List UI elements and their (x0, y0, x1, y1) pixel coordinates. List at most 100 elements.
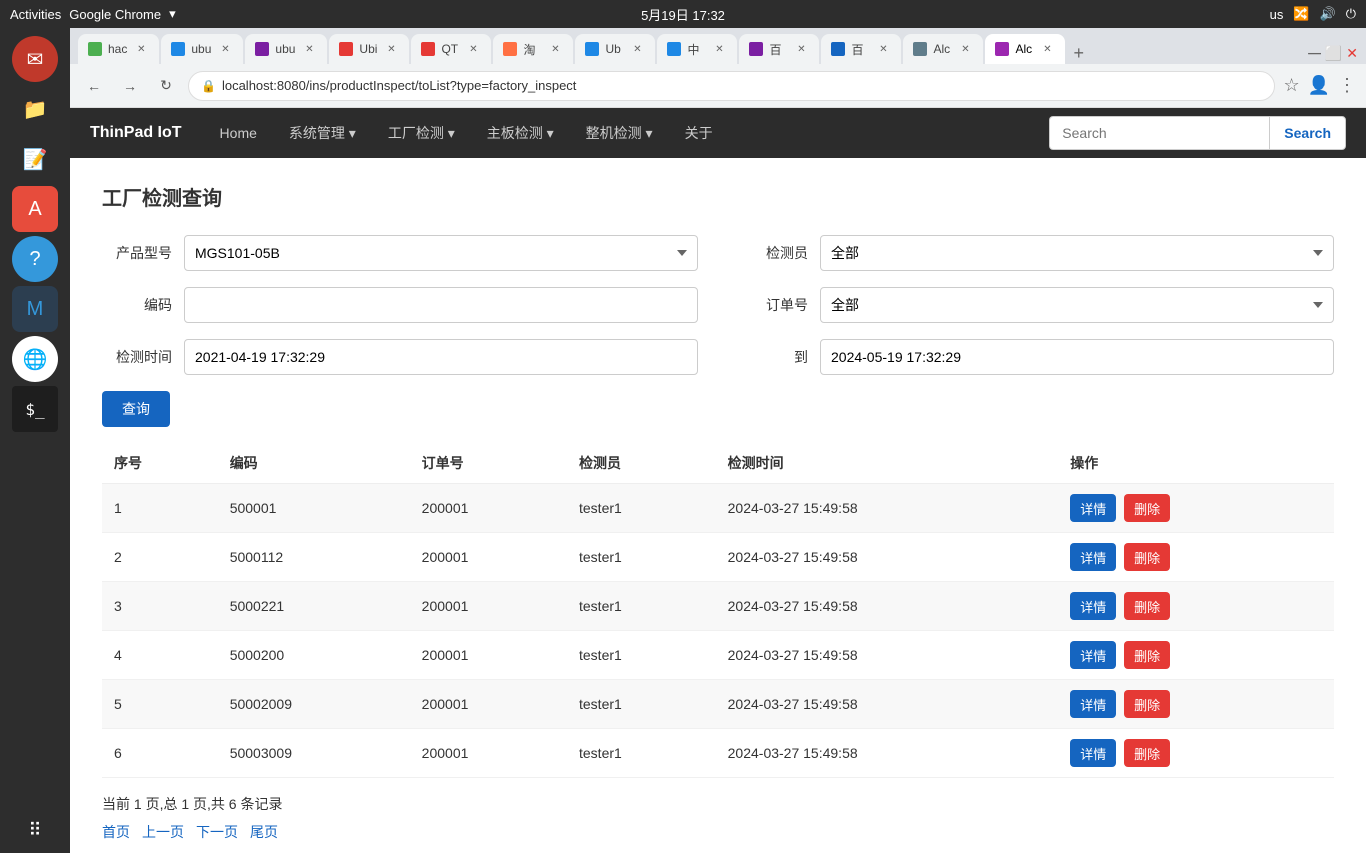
form-row-code: 编码 (102, 287, 698, 323)
cell-time: 2024-03-27 15:49:58 (716, 631, 1059, 680)
inspector-select[interactable]: 全部 (820, 235, 1334, 271)
sidebar-icon-writer[interactable]: 📝 (12, 136, 58, 182)
pagination-next[interactable]: 下一页 (196, 822, 238, 842)
nav-item-home[interactable]: Home (216, 125, 261, 141)
sidebar-icon-mail[interactable]: ✉ (12, 36, 58, 82)
tab-close-alc1[interactable]: ✕ (957, 41, 973, 57)
network-icon: 🔀 (1293, 6, 1309, 22)
cell-code: 50002009 (218, 680, 410, 729)
sidebar-icon-terminal[interactable]: $_ (12, 386, 58, 432)
sidebar-icon-chrome[interactable]: 🌐 (12, 336, 58, 382)
nav-item-factory[interactable]: 工厂检测 ▾ (384, 123, 459, 143)
sidebar-icon-files[interactable]: 📁 (12, 86, 58, 132)
delete-button-2[interactable]: 删除 (1124, 543, 1170, 571)
nav-item-about[interactable]: 关于 (681, 123, 717, 143)
cell-inspector: tester1 (567, 680, 716, 729)
tab-close-bai2[interactable]: ✕ (875, 41, 891, 57)
pagination-prev[interactable]: 上一页 (142, 822, 184, 842)
tab-ub3[interactable]: Ub ✕ (575, 34, 655, 64)
sidebar-icon-help[interactable]: ? (12, 236, 58, 282)
app-name[interactable]: Google Chrome (69, 7, 161, 22)
tab-ubu1[interactable]: ubu ✕ (161, 34, 243, 64)
sidebar-icon-apps[interactable]: ⠿ (12, 807, 58, 853)
tab-ubu2[interactable]: ubu ✕ (245, 34, 327, 64)
detail-button-3[interactable]: 详情 (1070, 592, 1116, 620)
tab-zh[interactable]: 中 ✕ (657, 34, 737, 64)
activities-label[interactable]: Activities (10, 7, 61, 22)
main-body: 工厂检测查询 产品型号 MGS101-05B 检测员 全部 (70, 158, 1366, 853)
time-from-input[interactable] (184, 339, 698, 375)
delete-button-1[interactable]: 删除 (1124, 494, 1170, 522)
tab-close-ubu1[interactable]: ✕ (217, 41, 233, 57)
new-tab-button[interactable]: + (1067, 43, 1090, 64)
tab-bai1[interactable]: 百 ✕ (739, 34, 819, 64)
tab-bar: hac ✕ ubu ✕ ubu ✕ Ubi ✕ QT ✕ 淘 ✕ (70, 28, 1366, 64)
tab-close-zh[interactable]: ✕ (711, 41, 727, 57)
form-row-order: 订单号 全部 (738, 287, 1334, 323)
nav-search-input[interactable] (1049, 116, 1269, 150)
tab-close-tao[interactable]: ✕ (547, 41, 563, 57)
query-button[interactable]: 查询 (102, 391, 170, 427)
nav-item-system[interactable]: 系统管理 ▾ (285, 123, 360, 143)
tab-close-ubu2[interactable]: ✕ (301, 41, 317, 57)
tab-qt[interactable]: QT ✕ (411, 34, 491, 64)
dropdown-icon[interactable]: ▾ (169, 6, 176, 22)
bookmark-icon[interactable]: ☆ (1283, 75, 1299, 96)
order-select[interactable]: 全部 (820, 287, 1334, 323)
close-browser-button[interactable]: ✕ (1346, 45, 1358, 62)
order-label: 订单号 (738, 295, 808, 315)
tab-close-bai1[interactable]: ✕ (793, 41, 809, 57)
delete-button-6[interactable]: 删除 (1124, 739, 1170, 767)
tab-hac[interactable]: hac ✕ (78, 34, 159, 64)
pagination-first[interactable]: 首页 (102, 822, 130, 842)
table-row: 2 5000112 200001 tester1 2024-03-27 15:4… (102, 533, 1334, 582)
cell-time: 2024-03-27 15:49:58 (716, 582, 1059, 631)
refresh-button[interactable]: ↻ (152, 72, 180, 100)
tab-alc2[interactable]: Alc ✕ (985, 34, 1065, 64)
address-bar: ← → ↻ 🔒 localhost:8080/ins/productInspec… (70, 64, 1366, 108)
nav-item-board[interactable]: 主板检测 ▾ (483, 123, 558, 143)
detail-button-2[interactable]: 详情 (1070, 543, 1116, 571)
minimize-button[interactable]: ─ (1308, 43, 1321, 64)
back-button[interactable]: ← (80, 72, 108, 100)
tab-alc1[interactable]: Alc ✕ (903, 34, 983, 64)
pagination-last[interactable]: 尾页 (250, 822, 278, 842)
forward-button[interactable]: → (116, 72, 144, 100)
restore-button[interactable]: ⬜ (1325, 45, 1342, 62)
cell-action: 详情 删除 (1058, 729, 1334, 778)
detail-button-1[interactable]: 详情 (1070, 494, 1116, 522)
profile-icon[interactable]: 👤 (1308, 75, 1330, 96)
tab-tao[interactable]: 淘 ✕ (493, 34, 573, 64)
nav-item-whole[interactable]: 整机检测 ▾ (582, 123, 657, 143)
detail-button-6[interactable]: 详情 (1070, 739, 1116, 767)
tab-close-alc2[interactable]: ✕ (1039, 41, 1055, 57)
tab-ubi[interactable]: Ubi ✕ (329, 34, 409, 64)
nav-search-button[interactable]: Search (1269, 116, 1346, 150)
code-input[interactable] (184, 287, 698, 323)
table-row: 4 5000200 200001 tester1 2024-03-27 15:4… (102, 631, 1334, 680)
sidebar-icon-appstore[interactable]: A (12, 186, 58, 232)
tab-close-ubi[interactable]: ✕ (383, 41, 399, 57)
tab-close-hac[interactable]: ✕ (133, 41, 149, 57)
delete-button-3[interactable]: 删除 (1124, 592, 1170, 620)
detail-button-4[interactable]: 详情 (1070, 641, 1116, 669)
menu-icon[interactable]: ⋮ (1338, 75, 1356, 96)
time-to-input[interactable] (820, 339, 1334, 375)
url-bar[interactable]: 🔒 localhost:8080/ins/productInspect/toLi… (188, 71, 1275, 101)
delete-button-5[interactable]: 删除 (1124, 690, 1170, 718)
cell-seq: 5 (102, 680, 218, 729)
inspector-label: 检测员 (738, 243, 808, 263)
cell-time: 2024-03-27 15:49:58 (716, 729, 1059, 778)
pagination-info: 当前 1 页,总 1 页,共 6 条记录 (102, 794, 1334, 814)
table-row: 5 50002009 200001 tester1 2024-03-27 15:… (102, 680, 1334, 729)
tab-close-qt[interactable]: ✕ (465, 41, 481, 57)
product-model-select[interactable]: MGS101-05B (184, 235, 698, 271)
tab-close-ub3[interactable]: ✕ (629, 41, 645, 57)
detail-button-5[interactable]: 详情 (1070, 690, 1116, 718)
product-model-label: 产品型号 (102, 243, 172, 263)
delete-button-4[interactable]: 删除 (1124, 641, 1170, 669)
col-time: 检测时间 (716, 443, 1059, 484)
tab-bai2[interactable]: 百 ✕ (821, 34, 901, 64)
cell-action: 详情 删除 (1058, 533, 1334, 582)
sidebar-icon-imview[interactable]: M (12, 286, 58, 332)
